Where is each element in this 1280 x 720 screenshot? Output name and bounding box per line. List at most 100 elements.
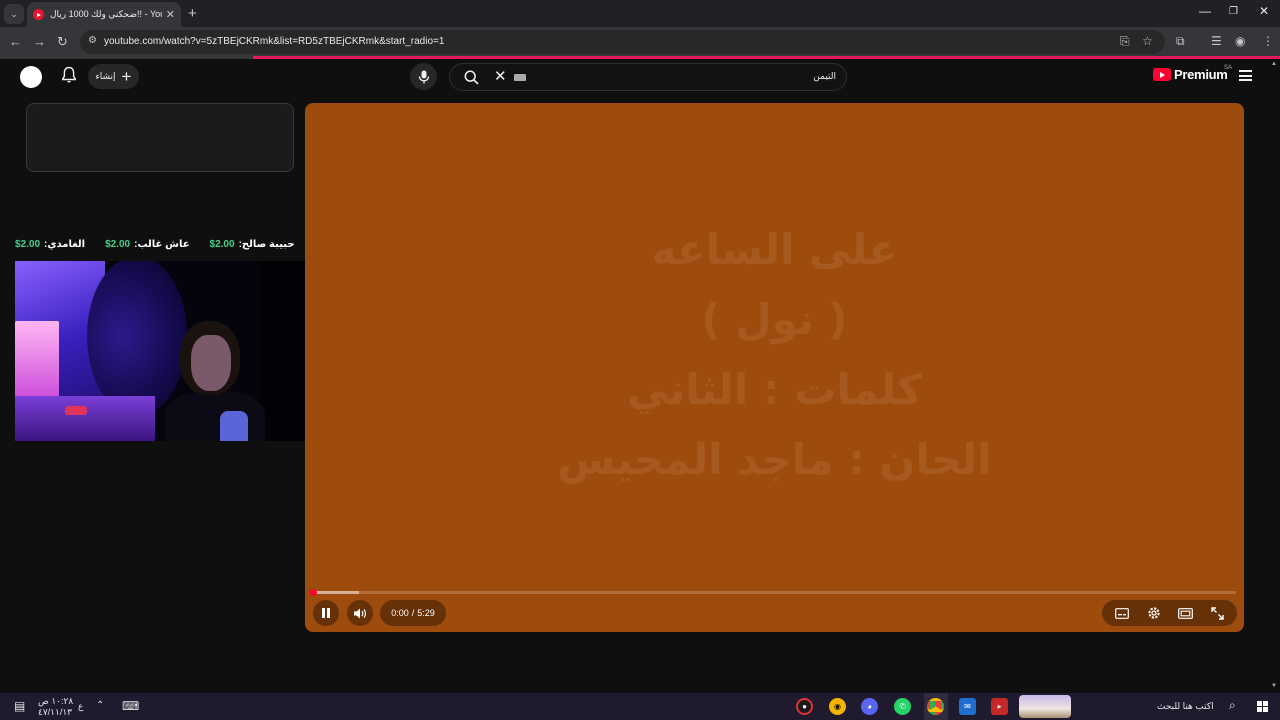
donor-name: حبيبة صالح: [238,239,295,250]
youtube-premium-logo[interactable]: Premium SA [1153,65,1232,82]
donation-amount: $2.00 [105,239,131,250]
donation-ticker: حبيبة صالح: $2.00 عاش غالب: $2.00 الغامد… [15,239,325,255]
search-icon [464,70,479,85]
chrome-app-icon[interactable] [927,698,944,715]
chrome-menu-icon[interactable]: ⋮ [1262,34,1274,48]
donation-item: حبيبة صالح: $2.00 [210,239,295,255]
country-code: SA [1224,65,1233,71]
streamer-body [165,391,265,441]
browser-toolbar: ← → ↻ ⚙ youtube.com/watch?v=5zTBEjCKRmk&… [0,27,1280,57]
lyrics-line: على الساعه [651,225,898,274]
new-tab-icon[interactable]: + [188,5,197,22]
youtube-logo-icon [1153,68,1171,81]
tab-title: ضحكني ولك 1000 ريال!! - YouTube [50,9,162,19]
input-language[interactable]: ع [78,701,83,712]
donation-item: عاش غالب: $2.00 [105,239,189,255]
tab-close-icon[interactable]: ✕ [166,8,175,21]
pause-button[interactable] [313,600,339,626]
social-app-icon[interactable]: ◕ [861,698,878,715]
donor-name: عاش غالب: [134,239,190,250]
webcam-desk [15,396,155,441]
chat-panel [26,103,294,172]
reload-icon[interactable]: ↻ [57,34,68,50]
microphone-icon [418,70,429,83]
mute-button[interactable] [347,600,373,626]
clear-search-icon[interactable]: ✕ [494,67,507,85]
browser-tab[interactable]: ضحكني ولك 1000 ريال!! - YouTube ✕ [27,2,181,27]
forward-icon[interactable]: → [33,34,46,49]
account-avatar[interactable] [20,66,42,88]
url-text[interactable]: youtube.com/watch?v=5zTBEjCKRmk&list=RD5… [104,36,444,47]
notifications-bell-icon[interactable] [61,66,77,84]
restore-icon[interactable]: ❐ [1229,6,1238,17]
time-display: 0:00 / 5:29 [380,600,446,626]
clock-time[interactable]: ١٠:٢٨ ص [38,696,73,707]
lyrics-line: كلمات : الثاني [626,365,923,414]
webcam-object [65,406,87,415]
donation-amount: $2.00 [209,239,235,250]
scroll-up-arrow-icon[interactable]: ▲ [1271,61,1277,67]
video-editor-app-icon[interactable]: ▶ [991,698,1008,715]
subtitles-icon[interactable] [1112,603,1132,623]
create-button[interactable]: إنشاء + [88,64,139,89]
time-current: 0:00 [391,608,409,618]
minimize-icon[interactable]: — [1199,4,1211,18]
settings-gear-icon[interactable] [1144,603,1164,623]
whatsapp-app-icon[interactable]: ✆ [894,698,911,715]
taskbar-search-icon[interactable]: ⌕ [1229,698,1236,713]
address-bar[interactable]: ⚙ youtube.com/watch?v=5zTBEjCKRmk&list=R… [80,30,1165,54]
fullscreen-icon[interactable] [1208,603,1228,623]
obs-app-icon[interactable]: ● [796,698,813,715]
browser-tabstrip: ⌄ ضحكني ولك 1000 ريال!! - YouTube ✕ + — … [0,0,1280,27]
windows-start-icon[interactable] [1257,701,1268,712]
voice-search-button[interactable] [410,63,437,90]
webcam-microphone [220,411,248,441]
pause-icon [322,608,330,618]
clock-date[interactable]: ٤٧/١١/١٣ [38,707,72,718]
taskbar-search-input[interactable]: اكتب هنا للبحث [1157,701,1214,712]
video-lyrics-overlay: على الساعه ( نول ) كلمات : الثاني الحان … [305,215,1244,495]
guide-menu-icon[interactable] [1239,70,1252,81]
logo-text: Premium [1174,67,1228,82]
window-close-icon[interactable]: ✕ [1259,4,1269,18]
donation-amount: $2.00 [15,239,41,250]
youtube-header: إنشاء + ✕ التيمن Premium SA [0,59,1270,96]
search-button[interactable] [450,64,492,90]
notifications-icon[interactable]: ▤ [14,699,25,713]
discord-app-icon[interactable]: ◉ [829,698,846,715]
tray-expand-icon[interactable]: ⌃ [96,700,104,711]
donor-name: الغامدي: [44,239,86,250]
keyboard-icon[interactable] [514,74,526,81]
back-icon[interactable]: ← [9,34,22,49]
create-label: إنشاء [95,71,116,81]
touch-keyboard-icon[interactable]: ⌨ [122,699,139,713]
theater-mode-icon[interactable] [1176,603,1196,623]
install-app-icon[interactable]: ⎘ [1120,34,1130,49]
donation-item: الغامدي: $2.00 [15,239,85,255]
site-info-icon[interactable]: ⚙ [88,35,97,46]
plus-icon: + [121,67,132,86]
streamer [165,321,265,441]
weather-widget[interactable] [1019,695,1071,718]
progress-scrubber[interactable] [310,589,317,596]
progress-buffered [313,591,360,594]
mail-app-icon[interactable]: ✉ [959,698,976,715]
search-box[interactable]: ✕ التيمن [449,63,847,91]
player-right-controls [1102,600,1237,626]
volume-icon [354,608,367,618]
youtube-favicon-icon [33,9,44,20]
video-player[interactable]: على الساعه ( نول ) كلمات : الثاني الحان … [305,103,1244,632]
time-total: 5:29 [417,608,435,618]
lyrics-line: الحان : ماجد المحيس [557,435,992,484]
streamer-face [191,335,231,391]
lyrics-line: ( نول ) [701,295,848,344]
extensions-icon[interactable]: ⧉ [1176,34,1185,49]
search-input[interactable]: التيمن [813,71,836,82]
bookmark-star-icon[interactable]: ☆ [1142,34,1153,48]
progress-bar[interactable] [310,589,1236,596]
scroll-down-arrow-icon[interactable]: ▼ [1271,683,1277,689]
profile-icon[interactable]: ◉ [1235,34,1245,48]
media-controls-icon[interactable]: ☰ [1211,34,1222,48]
tab-search-icon[interactable]: ⌄ [4,4,24,24]
time-separator: / [411,608,415,618]
